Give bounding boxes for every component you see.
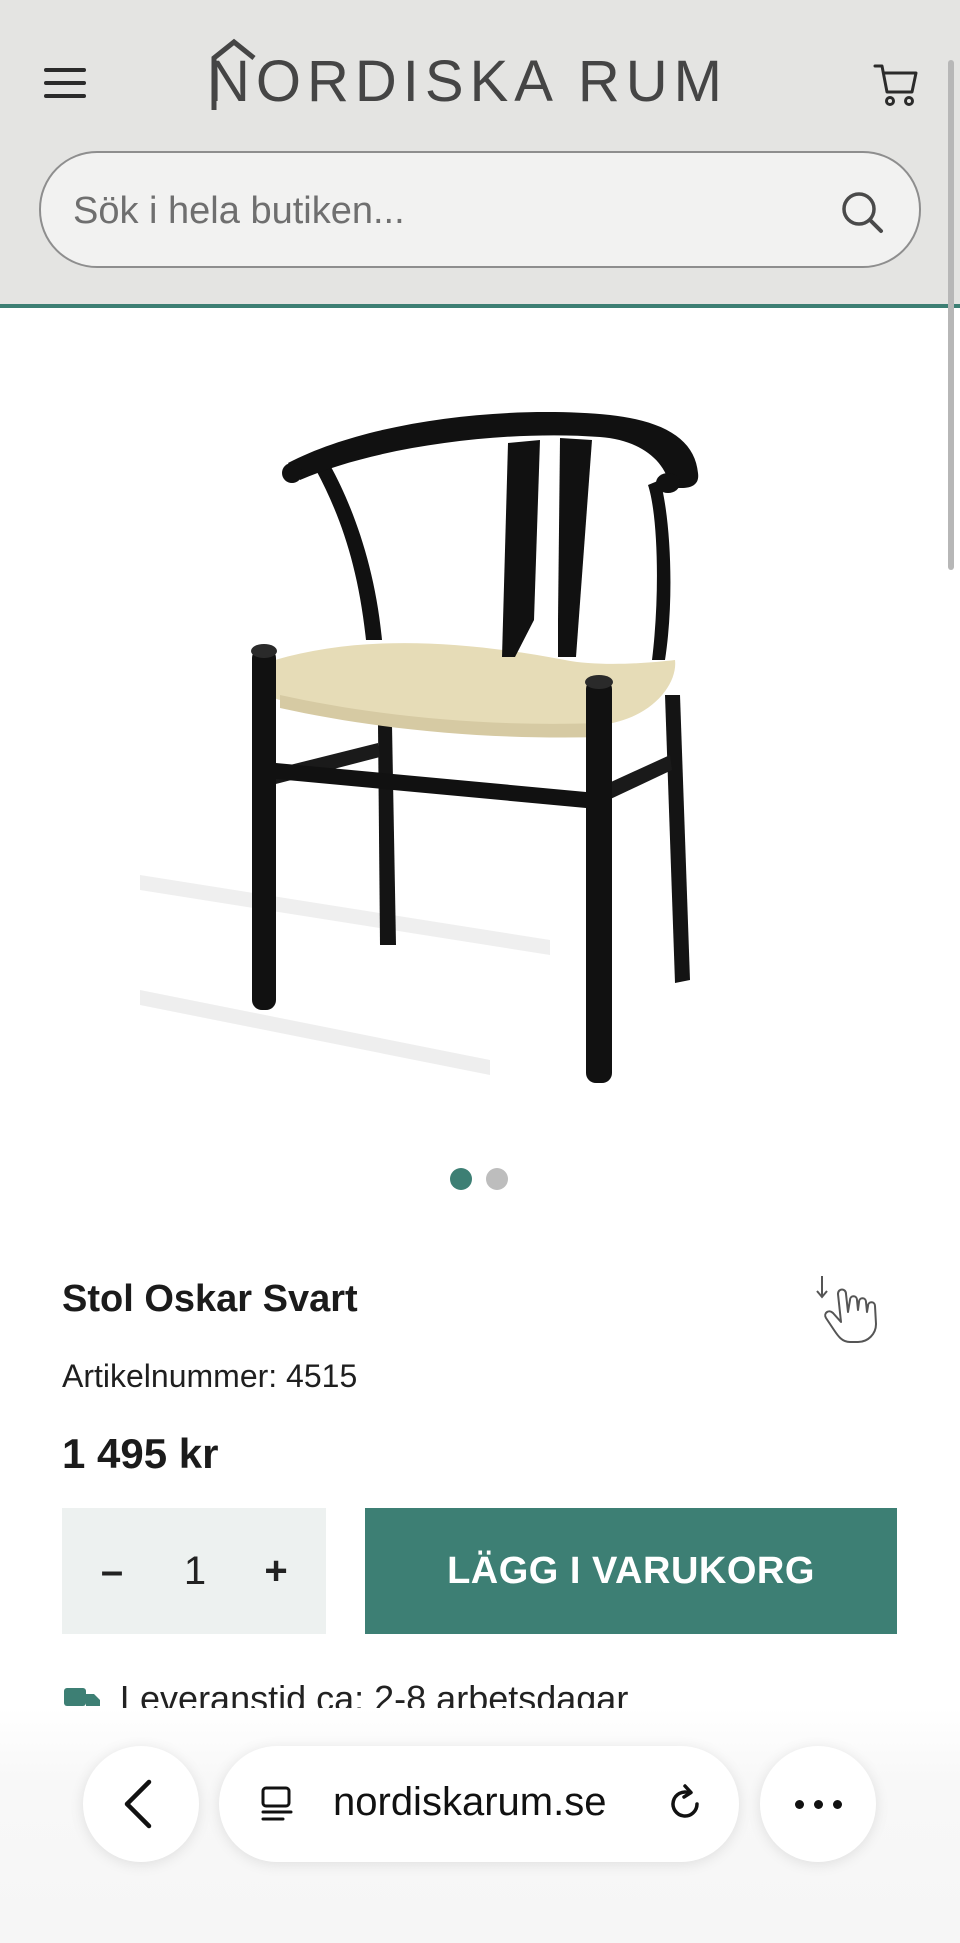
more-icon[interactable] [760,1746,876,1862]
product-title: Stol Oskar Svart [62,1278,358,1320]
search-icon[interactable] [839,189,885,235]
delivery-info: Leveranstid ca: 2-8 arbetsdagar [62,1678,922,1708]
quantity-increase-button[interactable]: + [246,1538,306,1604]
site-icon [261,1786,293,1821]
add-to-cart-button[interactable]: LÄGG I VARUKORG [365,1508,897,1634]
search-input[interactable] [73,177,833,245]
back-icon [124,1779,152,1829]
brand-name: NORDISKA RUM [208,49,728,114]
back-button[interactable] [83,1746,199,1862]
menu-icon[interactable] [44,66,88,100]
product-price: 1 495 kr [62,1430,219,1477]
quantity-stepper: – + [62,1508,326,1634]
sku-label: Artikelnummer: [62,1358,278,1394]
page-scrollbar[interactable] [948,60,954,570]
cart-icon[interactable] [872,60,920,108]
carousel-dot-1[interactable] [450,1168,472,1190]
address-bar[interactable]: nordiskarum.se [219,1746,739,1862]
carousel-dot-2[interactable] [486,1168,508,1190]
delivery-truck-icon [64,1688,100,1706]
delivery-text: Leveranstid ca: 2-8 arbetsdagar [120,1678,629,1708]
sku-value: 4515 [286,1358,358,1394]
quantity-decrease-button[interactable]: – [82,1538,142,1604]
search-bar[interactable] [39,151,921,268]
hand-pointer-icon[interactable] [812,1272,896,1344]
quantity-input[interactable] [154,1538,236,1604]
url-text: nordiskarum.se [333,1780,607,1824]
reload-icon[interactable] [663,1782,707,1826]
site-header: NORDISKA RUM [0,0,960,308]
product-image[interactable] [130,395,730,1095]
sku-line: Artikelnummer: 4515 [62,1358,357,1395]
image-carousel-dots [450,1168,510,1190]
brand-logo[interactable]: NORDISKA RUM [208,38,752,120]
